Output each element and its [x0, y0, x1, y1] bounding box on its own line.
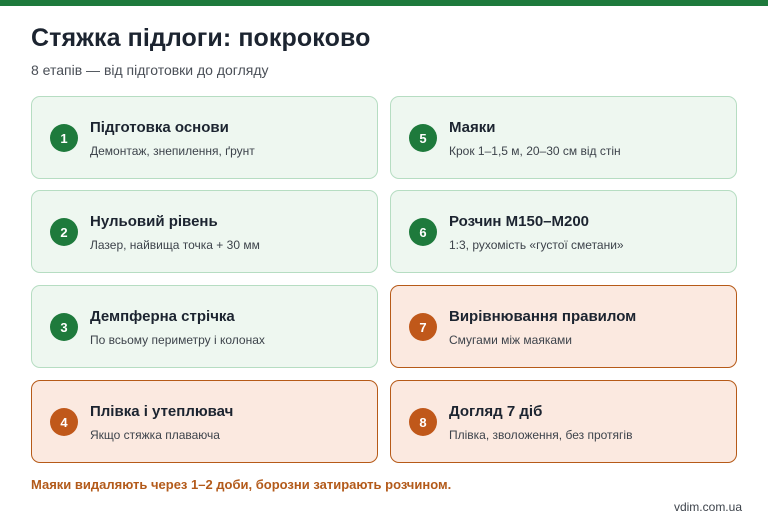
step-description: Лазер, найвища точка + 30 мм — [90, 238, 260, 252]
step-description: По всьому периметру і колонах — [90, 333, 265, 347]
step-card-8: 8 Догляд 7 діб Плівка, зволоження, без п… — [390, 380, 737, 463]
step-title: Вирівнювання правилом — [449, 308, 637, 325]
step-card-6: 6 Розчин М150–М200 1:3, рухомість «густо… — [390, 190, 737, 273]
step-card-7: 7 Вирівнювання правилом Смугами між маяк… — [390, 285, 737, 368]
step-description: Якщо стяжка плаваюча — [90, 428, 220, 442]
step-description: Плівка, зволоження, без протягів — [449, 428, 633, 442]
steps-grid: 1 Підготовка основи Демонтаж, знепилення… — [0, 0, 768, 525]
step-title: Догляд 7 діб — [449, 403, 543, 420]
step-number-badge: 7 — [409, 313, 437, 341]
step-card-5: 5 Маяки Крок 1–1,5 м, 20–30 см від стін — [390, 96, 737, 179]
step-description: 1:3, рухомість «густої сметани» — [449, 238, 624, 252]
step-title: Нульовий рівень — [90, 213, 218, 230]
step-number-badge: 2 — [50, 218, 78, 246]
step-description: Демонтаж, знепилення, ґрунт — [90, 144, 255, 158]
footnote: Маяки видаляють через 1–2 доби, борозни … — [31, 477, 452, 492]
step-number-badge: 4 — [50, 408, 78, 436]
step-card-3: 3 Демпферна стрічка По всьому периметру … — [31, 285, 378, 368]
step-number-badge: 6 — [409, 218, 437, 246]
step-title: Плівка і утеплювач — [90, 403, 234, 420]
step-number-badge: 1 — [50, 124, 78, 152]
step-description: Крок 1–1,5 м, 20–30 см від стін — [449, 144, 621, 158]
step-number-badge: 5 — [409, 124, 437, 152]
step-number-badge: 3 — [50, 313, 78, 341]
step-title: Підготовка основи — [90, 119, 229, 136]
source-label: vdim.com.ua — [673, 500, 742, 514]
step-card-2: 2 Нульовий рівень Лазер, найвища точка +… — [31, 190, 378, 273]
step-card-4: 4 Плівка і утеплювач Якщо стяжка плаваюч… — [31, 380, 378, 463]
step-title: Розчин М150–М200 — [449, 213, 590, 230]
step-title: Маяки — [449, 119, 496, 136]
step-number-badge: 8 — [409, 408, 437, 436]
step-description: Смугами між маяками — [449, 333, 572, 347]
step-title: Демпферна стрічка — [90, 308, 235, 325]
step-card-1: 1 Підготовка основи Демонтаж, знепилення… — [31, 96, 378, 179]
